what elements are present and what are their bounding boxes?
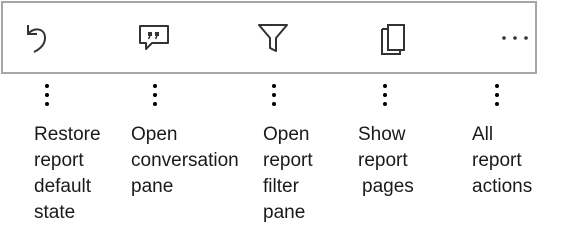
callout-line: report bbox=[358, 150, 408, 171]
comment-icon bbox=[139, 24, 169, 50]
connector-dots bbox=[383, 84, 387, 111]
callout-label: Open report filter pane bbox=[263, 122, 313, 226]
callout-line: conversation bbox=[131, 150, 239, 171]
callout-line: report bbox=[263, 150, 313, 171]
callout-line: Show bbox=[358, 124, 406, 145]
open-filter-pane-button[interactable] bbox=[243, 3, 303, 72]
callout-line: state bbox=[34, 202, 76, 223]
callout-line: pages bbox=[362, 176, 414, 197]
callout-line: report bbox=[472, 150, 522, 171]
callout-line: Open bbox=[131, 124, 178, 145]
callout-label: All report actions bbox=[472, 122, 532, 200]
more-actions-button[interactable] bbox=[485, 3, 545, 72]
connector-dots bbox=[495, 84, 499, 111]
connector-dots bbox=[272, 84, 276, 111]
undo-icon bbox=[27, 24, 47, 53]
callout-label: Open conversation pane bbox=[131, 122, 239, 200]
restore-default-button[interactable] bbox=[6, 3, 66, 72]
callout-line: All bbox=[472, 124, 494, 145]
callout-line: pane bbox=[263, 202, 306, 223]
open-conversation-button[interactable] bbox=[124, 3, 184, 72]
connector-dots bbox=[45, 84, 49, 111]
callout-line: default bbox=[34, 176, 92, 197]
connector-dots bbox=[153, 84, 157, 111]
pages-icon bbox=[381, 23, 405, 55]
callout-line: filter bbox=[263, 176, 299, 197]
show-pages-button[interactable] bbox=[363, 3, 423, 72]
callout-line: Open bbox=[263, 124, 310, 145]
callout-label: Show report pages bbox=[358, 122, 414, 200]
filter-icon bbox=[258, 23, 288, 52]
callout-line: Restore bbox=[34, 124, 101, 145]
callout-label: Restore report default state bbox=[34, 122, 101, 226]
more-icon bbox=[502, 35, 528, 40]
callout-line: pane bbox=[131, 176, 174, 197]
report-toolbar bbox=[1, 1, 537, 74]
callout-line: report bbox=[34, 150, 84, 171]
callout-line: actions bbox=[472, 176, 533, 197]
